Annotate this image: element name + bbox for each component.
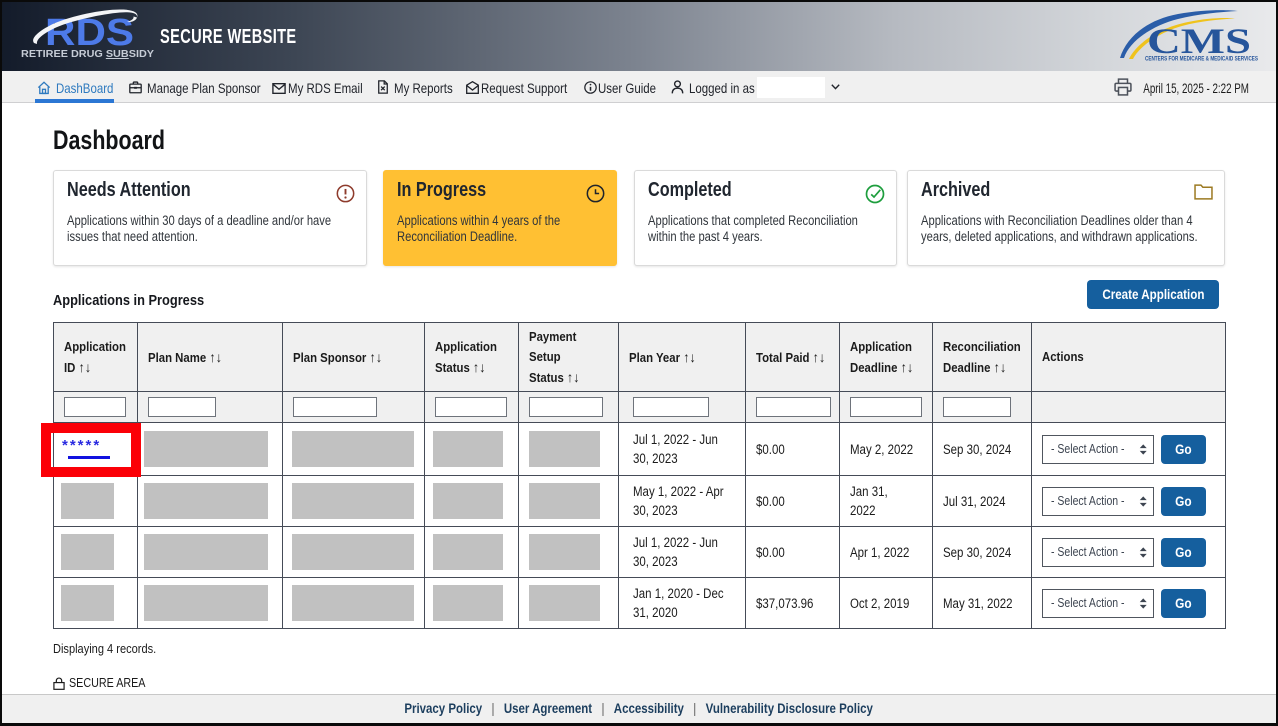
svg-text:CENTERS FOR MEDICARE & MEDICAI: CENTERS FOR MEDICARE & MEDICAID SERVICES bbox=[1145, 56, 1258, 63]
svg-text:RDS: RDS bbox=[45, 12, 134, 54]
svg-text:RETIREE DRUG SUBSIDY: RETIREE DRUG SUBSIDY bbox=[21, 49, 154, 60]
